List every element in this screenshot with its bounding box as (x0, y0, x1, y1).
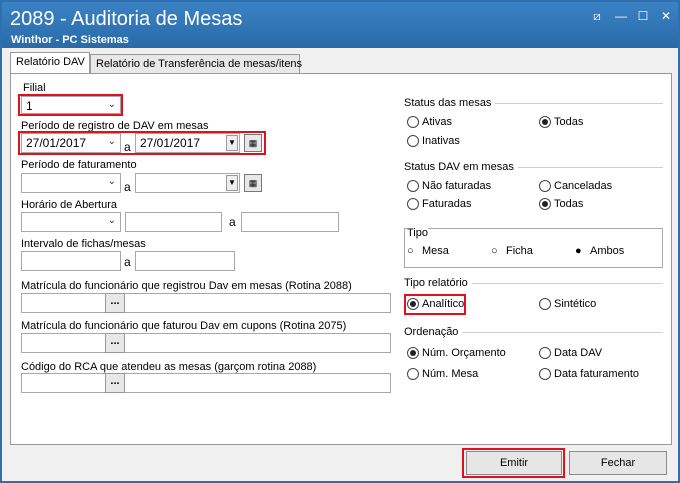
radio-tipo-ficha[interactable]: ○ Ficha (491, 245, 533, 258)
radio-label: Data faturamento (554, 368, 639, 380)
radio-data-dav[interactable]: Data DAV (539, 347, 603, 360)
status-dav-group: Status DAV em mesas (404, 161, 663, 173)
rca-label: Código do RCA que atendeu as mesas (garç… (21, 361, 317, 373)
status-mesas-group: Status das mesas (404, 97, 663, 109)
radio-icon (539, 198, 551, 211)
tipo-relatorio-title: Tipo relatório (404, 277, 472, 289)
radio-status-ativas[interactable]: Ativas (407, 116, 452, 129)
intervalo-to-input[interactable] (135, 251, 235, 271)
radio-faturadas[interactable]: Faturadas (407, 198, 472, 211)
matricula-dav-input[interactable] (21, 293, 391, 313)
tipo-group: Tipo ○ Mesa ○ Ficha ● Ambos (404, 227, 663, 268)
radio-dav-todas[interactable]: Todas (539, 198, 584, 211)
radio-tipo-ambos[interactable]: ● Ambos (575, 245, 625, 258)
radio-label: Núm. Mesa (422, 368, 479, 380)
chevron-down-icon: ⌄ (107, 176, 116, 187)
radio-icon (407, 347, 419, 360)
radio-label: Inativas (422, 135, 460, 147)
radio-nao-faturadas[interactable]: Não faturadas (407, 180, 492, 193)
radio-label: Faturadas (422, 198, 472, 210)
matricula-fat-input[interactable] (21, 333, 391, 353)
intervalo-sep: a (124, 255, 131, 269)
horario-from-input[interactable] (125, 212, 222, 232)
close-icon[interactable]: ✕ (657, 8, 675, 24)
horario-label: Horário de Abertura (21, 199, 117, 211)
radio-label: Não faturadas (422, 180, 492, 192)
radio-label: Canceladas (554, 180, 613, 192)
periodo-fat-label: Período de faturamento (21, 159, 137, 171)
radio-icon (407, 198, 419, 211)
periodo-fat-from[interactable]: ⌄ (21, 173, 121, 193)
radio-icon (539, 347, 551, 360)
radio-label: Ficha (506, 245, 533, 257)
tipo-relatorio-group: Tipo relatório (404, 277, 663, 289)
radio-label: Data DAV (554, 347, 603, 359)
radio-label: Mesa (422, 245, 449, 257)
rca-input[interactable] (21, 373, 391, 393)
horario-select[interactable]: ⌄ (21, 212, 121, 232)
highlight-analitico (404, 294, 466, 315)
horario-to-input[interactable] (241, 212, 339, 232)
radio-label: Ativas (422, 116, 452, 128)
status-mesas-title: Status das mesas (404, 97, 496, 109)
matricula-dav-lookup-button[interactable]: ... (105, 293, 125, 313)
highlight-filial (18, 94, 123, 116)
ordenacao-group: Ordenação (404, 326, 663, 338)
radio-sintetico[interactable]: Sintético (539, 298, 597, 311)
radio-icon (539, 180, 551, 193)
rca-lookup-button[interactable]: ... (105, 373, 125, 393)
radio-status-todas[interactable]: Todas (539, 116, 584, 129)
highlight-periodo-dav (18, 131, 266, 155)
intervalo-label: Intervalo de fichas/mesas (21, 238, 146, 250)
radio-label: Núm. Orçamento (422, 347, 506, 359)
calendar-icon[interactable]: ▦ (244, 174, 262, 192)
periodo-fat-to[interactable]: ▼ (135, 173, 240, 193)
tab-transferencia[interactable]: Relatório de Transferência de mesas/iten… (90, 54, 302, 74)
intervalo-from-input[interactable] (21, 251, 121, 271)
radio-icon: ○ (491, 245, 503, 258)
tab-relatorio-dav[interactable]: Relatório DAV (10, 52, 90, 74)
radio-icon (407, 180, 419, 193)
radio-label: Ambos (590, 245, 625, 257)
radio-icon: ● (575, 245, 587, 258)
radio-icon (539, 116, 551, 129)
title-bar: 2089 - Auditoria de Mesas Winthor - PC S… (2, 2, 678, 48)
radio-label: Sintético (554, 298, 597, 310)
radio-status-inativas[interactable]: Inativas (407, 135, 460, 148)
radio-label: Todas (554, 116, 584, 128)
window-title: 2089 - Auditoria de Mesas (10, 8, 243, 30)
window-subtitle: Winthor - PC Sistemas (11, 34, 129, 46)
highlight-emitir (462, 448, 565, 478)
restore-icon[interactable]: ⧄ (588, 8, 606, 24)
radio-num-orcamento[interactable]: Núm. Orçamento (407, 347, 506, 360)
radio-tipo-mesa[interactable]: ○ Mesa (407, 245, 449, 258)
radio-icon (539, 298, 551, 311)
radio-label: Todas (554, 198, 584, 210)
app-window: 2089 - Auditoria de Mesas Winthor - PC S… (0, 0, 680, 483)
tipo-title: Tipo (407, 227, 428, 239)
radio-icon (407, 116, 419, 129)
main-panel: Filial 1 ⌄ Período de registro de DAV em… (10, 73, 672, 445)
periodo-fat-sep: a (124, 180, 131, 194)
radio-icon (539, 368, 551, 381)
ordenacao-title: Ordenação (404, 326, 463, 338)
radio-icon: ○ (407, 245, 419, 258)
filial-label: Filial (23, 82, 46, 94)
radio-num-mesa[interactable]: Núm. Mesa (407, 368, 479, 381)
matricula-dav-label: Matrícula do funcionário que registrou D… (21, 280, 352, 292)
status-dav-title: Status DAV em mesas (404, 161, 518, 173)
fechar-button[interactable]: Fechar (569, 451, 667, 475)
maximize-icon[interactable]: ☐ (634, 8, 652, 24)
matricula-fat-label: Matrícula do funcionário que faturou Dav… (21, 320, 347, 332)
chevron-down-icon: ⌄ (107, 215, 116, 226)
dropdown-icon[interactable]: ▼ (226, 175, 238, 191)
radio-canceladas[interactable]: Canceladas (539, 180, 613, 193)
radio-icon (407, 135, 419, 148)
matricula-fat-lookup-button[interactable]: ... (105, 333, 125, 353)
radio-data-faturamento[interactable]: Data faturamento (539, 368, 639, 381)
horario-sep: a (229, 215, 236, 229)
minimize-icon[interactable]: — (612, 8, 630, 24)
radio-icon (407, 368, 419, 381)
